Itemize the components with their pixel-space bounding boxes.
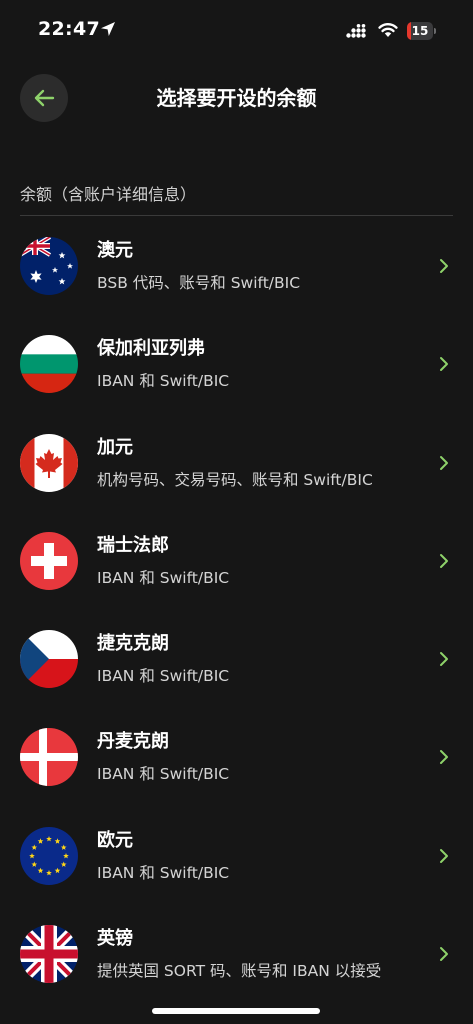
currency-item-dkk[interactable]: 丹麦克朗 IBAN 和 Swift/BIC	[0, 709, 473, 807]
chevron-right-icon	[440, 455, 448, 470]
currency-name: 保加利亚列弗	[97, 338, 205, 360]
currency-item-chf[interactable]: 瑞士法郎 IBAN 和 Swift/BIC	[0, 513, 473, 611]
currency-item-aud[interactable]: 澳元 BSB 代码、账号和 Swift/BIC	[0, 218, 473, 316]
section-divider	[20, 215, 453, 216]
canada-flag-icon	[20, 433, 78, 492]
australia-flag-icon	[20, 237, 78, 295]
currency-description: 机构号码、交易号码、账号和 Swift/BIC	[97, 470, 373, 489]
bulgaria-flag-icon	[20, 335, 78, 394]
chevron-right-icon	[440, 652, 448, 667]
battery-level: 15	[411, 24, 429, 38]
currency-list: 澳元 BSB 代码、账号和 Swift/BIC 保加利亚列弗 IBAN 和 Sw…	[0, 218, 473, 1004]
section-header: 余额（含账户详细信息）	[20, 185, 197, 204]
currency-description: IBAN 和 Swift/BIC	[97, 372, 230, 391]
currency-name: 瑞士法郎	[97, 534, 169, 556]
czech-flag-icon	[20, 630, 78, 689]
battery-indicator: 15	[407, 22, 437, 40]
switzerland-flag-icon	[20, 531, 78, 590]
currency-item-bgn[interactable]: 保加利亚列弗 IBAN 和 Swift/BIC	[0, 316, 473, 414]
uk-flag-icon	[20, 925, 78, 984]
status-bar: 22:47 15	[0, 0, 473, 60]
currency-item-cad[interactable]: 加元 机构号码、交易号码、账号和 Swift/BIC	[0, 415, 473, 513]
currency-name: 丹麦克朗	[97, 731, 169, 753]
chevron-right-icon	[440, 848, 448, 863]
chevron-right-icon	[440, 259, 448, 273]
home-indicator[interactable]	[152, 1008, 320, 1014]
currency-name: 英镑	[97, 928, 133, 950]
wifi-icon	[378, 23, 398, 37]
currency-item-gbp[interactable]: 英镑 提供英国 SORT 码、账号和 IBAN 以接受	[0, 906, 473, 1004]
currency-description: 提供英国 SORT 码、账号和 IBAN 以接受	[97, 962, 382, 981]
currency-name: 加元	[97, 436, 133, 458]
chevron-right-icon	[440, 553, 448, 568]
location-arrow-icon	[101, 22, 115, 36]
page-title: 选择要开设的余额	[156, 86, 317, 110]
currency-description: IBAN 和 Swift/BIC	[97, 765, 230, 784]
chevron-right-icon	[440, 750, 448, 765]
currency-name: 欧元	[97, 829, 133, 851]
currency-name: 捷克克朗	[97, 633, 169, 655]
currency-description: BSB 代码、账号和 Swift/BIC	[97, 274, 301, 292]
currency-description: IBAN 和 Swift/BIC	[97, 568, 230, 587]
currency-item-eur[interactable]: 欧元 IBAN 和 Swift/BIC	[0, 808, 473, 906]
eu-flag-icon	[20, 826, 78, 885]
status-time: 22:47	[38, 18, 100, 40]
currency-name: 澳元	[97, 240, 133, 261]
signal-icon	[346, 24, 366, 38]
currency-description: IBAN 和 Swift/BIC	[97, 863, 230, 882]
currency-item-czk[interactable]: 捷克克朗 IBAN 和 Swift/BIC	[0, 611, 473, 709]
chevron-right-icon	[440, 947, 448, 962]
denmark-flag-icon	[20, 728, 78, 787]
chevron-right-icon	[440, 357, 448, 372]
currency-description: IBAN 和 Swift/BIC	[97, 667, 230, 686]
